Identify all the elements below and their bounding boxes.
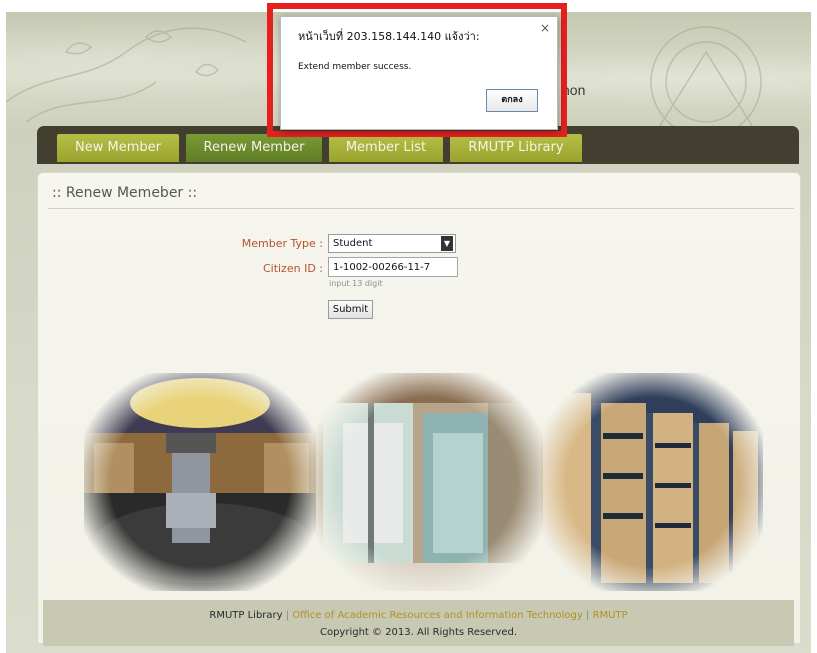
footer-separator: |	[285, 610, 290, 621]
alert-title: หน้าเว็บที่ 203.158.144.140 แจ้งว่า:	[298, 30, 480, 43]
ok-button[interactable]: ตกลง	[486, 89, 538, 112]
member-type-value: Student	[333, 238, 373, 249]
member-type-select[interactable]: Student ▼	[328, 234, 456, 253]
footer: RMUTP Library | Office of Academic Resou…	[43, 600, 794, 646]
footer-site: RMUTP Library	[209, 610, 283, 621]
alert-message: Extend member success.	[298, 62, 412, 72]
submit-button[interactable]: Submit	[328, 300, 373, 319]
content-panel: :: Renew Memeber :: Member Type : Studen…	[37, 172, 801, 644]
footer-copyright: Copyright © 2013. All Rights Reserved.	[319, 627, 518, 638]
bookshelves-photo	[541, 373, 763, 591]
section-divider	[48, 208, 794, 209]
footer-rmutp-link[interactable]: RMUTP	[593, 610, 628, 621]
alert-dialog: หน้าเว็บที่ 203.158.144.140 แจ้งว่า: × E…	[280, 16, 558, 130]
dropdown-arrow-icon[interactable]: ▼	[441, 236, 453, 251]
tab-member-list[interactable]: Member List	[329, 134, 443, 162]
member-type-label: Member Type :	[241, 237, 323, 250]
footer-separator: |	[586, 610, 590, 621]
library-hall-photo	[84, 373, 316, 591]
section-title: :: Renew Memeber ::	[52, 185, 198, 201]
close-icon[interactable]: ×	[540, 21, 550, 35]
footer-links: RMUTP Library | Office of Academic Resou…	[43, 610, 794, 621]
tab-renew-member[interactable]: Renew Member	[186, 134, 322, 162]
tab-new-member[interactable]: New Member	[57, 134, 179, 162]
tab-rmutp-library[interactable]: RMUTP Library	[450, 134, 582, 162]
citizen-id-hint: input 13 digit	[329, 279, 383, 288]
footer-office-link[interactable]: Office of Academic Resources and Informa…	[292, 610, 583, 621]
citizen-id-label: Citizen ID :	[262, 262, 323, 275]
citizen-id-input[interactable]	[328, 257, 458, 277]
glass-entrance-photo	[313, 373, 543, 591]
